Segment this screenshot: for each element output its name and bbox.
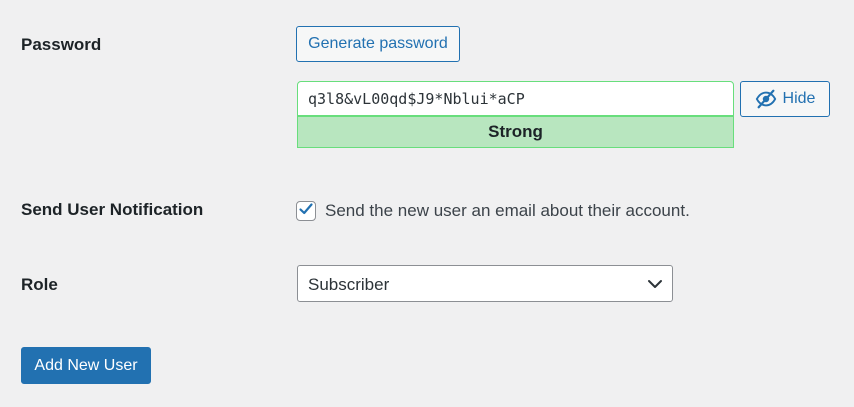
hide-password-label: Hide: [782, 90, 816, 107]
eye-slash-icon: [755, 88, 777, 110]
generate-password-label: Generate password: [308, 35, 448, 52]
add-new-user-label: Add New User: [34, 356, 138, 374]
send-notification-label: Send User Notification: [21, 200, 204, 219]
password-strength-meter: Strong: [297, 116, 734, 148]
password-strength-label: Strong: [488, 122, 543, 141]
password-label: Password: [21, 35, 102, 54]
role-select[interactable]: Subscriber: [297, 265, 673, 302]
chevron-down-icon: [647, 277, 663, 296]
add-new-user-button[interactable]: Add New User: [21, 347, 151, 384]
add-user-form: Password Generate password Strong Hide S…: [0, 0, 854, 407]
send-notification-text[interactable]: Send the new user an email about their a…: [325, 201, 690, 221]
send-notification-checkbox[interactable]: [296, 201, 316, 221]
role-select-value: Subscriber: [308, 275, 390, 294]
role-label: Role: [21, 275, 58, 294]
password-input[interactable]: [297, 81, 734, 116]
checkmark-icon: [298, 201, 314, 222]
hide-password-button[interactable]: Hide: [740, 81, 830, 117]
generate-password-button[interactable]: Generate password: [296, 26, 460, 62]
